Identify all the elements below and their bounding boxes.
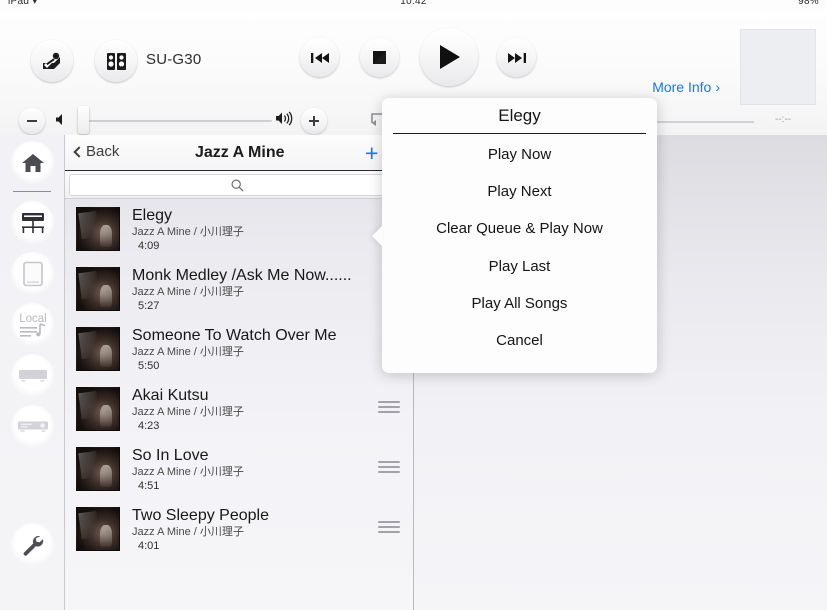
album-art-thumbnail [76, 327, 120, 371]
album-art-thumbnail [76, 267, 120, 311]
home-icon [21, 153, 44, 172]
drag-handle-icon[interactable] [378, 401, 400, 415]
drag-handle-icon[interactable] [378, 521, 400, 535]
song-subtitle: Jazz A Mine / 小川理子 [132, 345, 244, 358]
network-server-icon [21, 212, 44, 233]
song-duration: 4:23 [138, 419, 160, 432]
song-subtitle: Jazz A Mine / 小川理子 [132, 525, 244, 538]
popover-item-cancel[interactable]: Cancel [382, 322, 657, 359]
list-nav-bar: Back Jazz A Mine + [65, 135, 413, 171]
song-row[interactable]: Two Sleepy People Jazz A Mine / 小川理子 4:01 [65, 499, 413, 559]
song-meta: Monk Medley /Ask Me Now...... Jazz A Mine… [132, 266, 413, 313]
volume-down-button[interactable] [19, 108, 45, 134]
stop-icon[interactable] [360, 38, 399, 77]
svg-text:Local: Local [19, 313, 47, 325]
status-bar: iPad ▾ 10:42 98% [0, 0, 827, 10]
network-player-icon [17, 421, 48, 432]
song-duration: 4:01 [138, 539, 160, 552]
song-subtitle: Jazz A Mine / 小川理子 [132, 405, 244, 418]
popover-divider [393, 133, 646, 134]
song-list-column: Back Jazz A Mine + Elegy Jazz A Mine / 小… [65, 135, 414, 610]
song-title: So In Love [132, 446, 209, 464]
speaker-pair-icon[interactable] [95, 40, 137, 82]
song-title: Elegy [132, 206, 173, 224]
drag-handle-icon[interactable] [378, 461, 400, 475]
song-meta: Two Sleepy People Jazz A Mine / 小川理子 4:01 [132, 506, 413, 553]
album-art-thumbnail [76, 507, 120, 551]
sidebar-item-settings[interactable] [11, 523, 54, 566]
now-playing-album-art [740, 29, 816, 105]
search-input[interactable] [69, 174, 410, 196]
popover-title: Elegy [498, 105, 541, 125]
popover-item-clear-queue-play-now[interactable]: Clear Queue & Play Now [382, 210, 657, 247]
action-sheet-popover: Elegy Play Now Play Next Clear Queue & Pla… [372, 98, 657, 373]
song-duration: 5:50 [138, 359, 160, 372]
speaker-high-icon [275, 111, 293, 131]
back-button[interactable]: Back [73, 143, 120, 160]
song-row[interactable]: Monk Medley /Ask Me Now...... Jazz A Mine… [65, 259, 413, 319]
popover-item-play-last[interactable]: Play Last [382, 248, 657, 285]
remaining-time-label: --:-- [775, 114, 792, 125]
song-title: Two Sleepy People [132, 506, 269, 524]
add-button[interactable]: + [365, 141, 378, 165]
search-bar [65, 171, 413, 199]
song-meta: Akai Kutsu Jazz A Mine / 小川理子 4:23 [132, 386, 413, 433]
popover-item-play-next[interactable]: Play Next [382, 173, 657, 210]
setup-wrench-icon[interactable] [31, 40, 73, 82]
sidebar-item-device-amp[interactable] [11, 354, 54, 397]
album-art-thumbnail [76, 207, 120, 251]
more-info-link[interactable]: More Info › [652, 79, 720, 95]
status-bar-clock: 10:42 [400, 0, 427, 7]
song-row[interactable]: So In Love Jazz A Mine / 小川理子 4:51 [65, 439, 413, 499]
song-duration: 4:51 [138, 479, 160, 492]
song-title: Someone To Watch Over Me [132, 326, 337, 344]
wrench-icon [23, 535, 43, 556]
song-title: Monk Medley /Ask Me Now...... [132, 266, 352, 284]
popover-arrow [372, 225, 383, 247]
album-art-thumbnail [76, 387, 120, 431]
sidebar-item-device-player[interactable] [11, 405, 54, 448]
app-root: iPad ▾ 10:42 98% SU-G30 More Info › --:-… [0, 0, 827, 610]
sidebar-item-home[interactable] [11, 141, 54, 184]
sidebar-item-tablet[interactable] [11, 252, 54, 295]
amplifier-icon [18, 369, 47, 382]
chevron-right-icon: › [715, 79, 720, 95]
volume-slider-handle[interactable] [78, 106, 89, 134]
song-subtitle: Jazz A Mine / 小川理子 [132, 285, 244, 298]
popover-item-play-now[interactable]: Play Now [382, 136, 657, 173]
left-sidebar: Local [0, 135, 65, 610]
sidebar-divider [13, 191, 51, 192]
song-duration: 5:27 [138, 299, 160, 312]
volume-up-button[interactable] [301, 108, 327, 134]
back-button-label: Back [86, 143, 120, 160]
status-bar-battery-text: 98% [798, 0, 819, 7]
play-icon[interactable] [420, 28, 478, 86]
song-title: Akai Kutsu [132, 386, 209, 404]
speaker-low-icon [55, 113, 66, 131]
song-meta: Someone To Watch Over Me Jazz A Mine / 小川… [132, 326, 413, 373]
chevron-left-icon [73, 145, 85, 158]
status-bar-left: iPad ▾ [8, 0, 38, 7]
song-list: Elegy Jazz A Mine / 小川理子 4:09 Monk Medley /… [65, 199, 413, 559]
sidebar-item-local-music[interactable]: Local [11, 303, 54, 346]
song-row[interactable]: Akai Kutsu Jazz A Mine / 小川理子 4:23 [65, 379, 413, 439]
song-row[interactable]: Elegy Jazz A Mine / 小川理子 4:09 [65, 199, 413, 259]
song-row[interactable]: Someone To Watch Over Me Jazz A Mine / 小川… [65, 319, 413, 379]
volume-slider-track[interactable] [80, 120, 272, 122]
local-music-icon: Local [19, 313, 47, 337]
album-art-thumbnail [76, 447, 120, 491]
sidebar-item-network-server[interactable] [11, 201, 54, 244]
next-track-icon[interactable] [497, 38, 536, 77]
tablet-icon [22, 261, 43, 286]
device-name-label: SU-G30 [146, 51, 202, 68]
previous-track-icon[interactable] [300, 38, 339, 77]
popover-item-list: Play Now Play Next Clear Queue & Play Now P… [382, 136, 657, 359]
song-subtitle: Jazz A Mine / 小川理子 [132, 465, 244, 478]
page-title: Jazz A Mine [195, 144, 285, 161]
popover-item-play-all-songs[interactable]: Play All Songs [382, 285, 657, 322]
more-info-label: More Info [652, 79, 712, 95]
song-meta: So In Love Jazz A Mine / 小川理子 4:51 [132, 446, 413, 493]
